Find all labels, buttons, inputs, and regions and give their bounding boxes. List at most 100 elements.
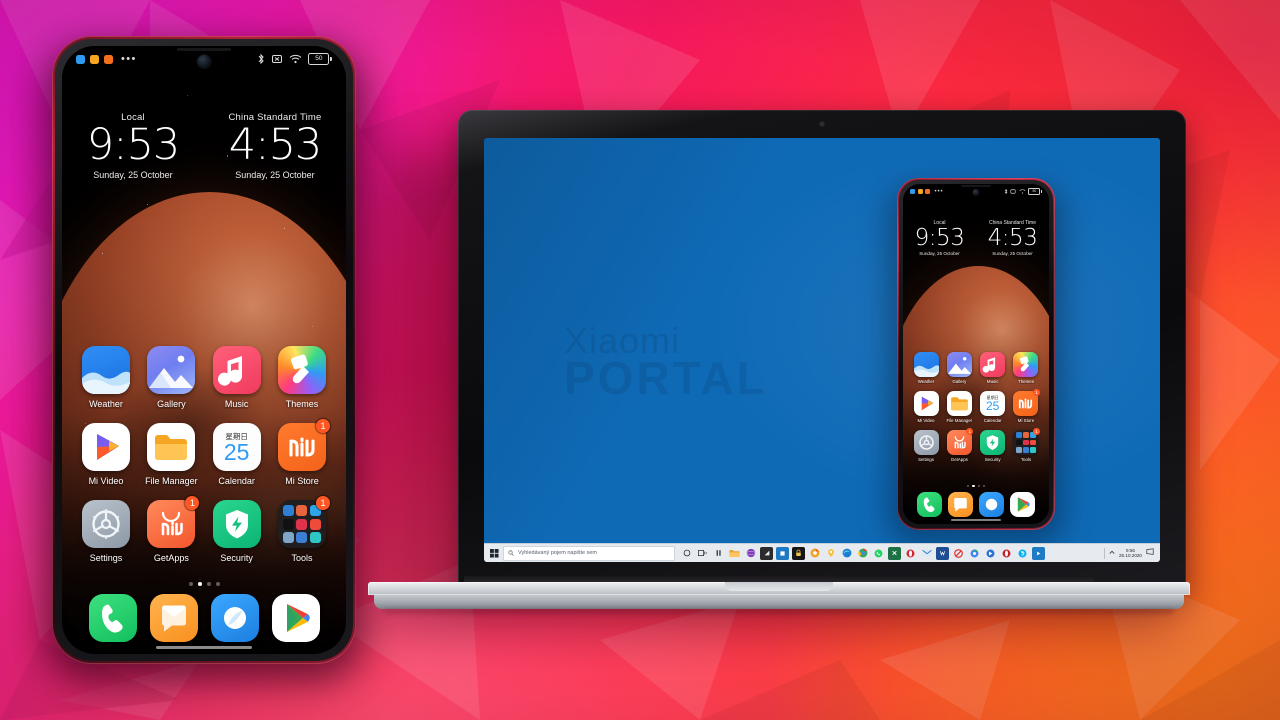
app-label: Mi Video: [917, 418, 935, 423]
chrome-canary-icon[interactable]: [808, 547, 821, 560]
app-calendar[interactable]: 星期日 25 Calendar: [977, 391, 1009, 423]
foreground-phone[interactable]: ••• 50 Local 9:53 Sunday, 25 October Chi…: [38, 36, 370, 682]
app-security[interactable]: Security: [977, 430, 1009, 462]
app-label: GetApps: [153, 553, 189, 563]
page-dot[interactable]: [977, 485, 980, 488]
app-gallery[interactable]: Gallery: [943, 352, 975, 384]
store-icon[interactable]: [984, 547, 997, 560]
mirror-clock-local: Local 9:53 Sunday, 25 October: [903, 220, 976, 256]
tray-divider: [1104, 547, 1105, 559]
skype-icon[interactable]: [1016, 547, 1029, 560]
media-player-icon[interactable]: [1032, 546, 1045, 560]
widgets-icon[interactable]: [712, 547, 725, 560]
edge-icon[interactable]: [840, 547, 853, 560]
phone-icon[interactable]: [88, 594, 137, 642]
app-label: Tools: [1020, 457, 1032, 462]
dual-clock-widget[interactable]: Local 9:53 Sunday, 25 October China Stan…: [62, 112, 346, 180]
lock-app-icon[interactable]: [792, 546, 805, 560]
app-weather[interactable]: Weather: [910, 352, 942, 384]
opera-icon[interactable]: [904, 547, 917, 560]
status-badge: 1: [315, 419, 330, 433]
whatsapp-icon[interactable]: [872, 547, 885, 560]
app-label: Weather: [917, 379, 935, 384]
app-label: Gallery: [952, 379, 967, 384]
app-mi-store[interactable]: 1 Mi Store: [272, 419, 332, 486]
app-getapps[interactable]: 1 GetApps: [943, 428, 975, 462]
app-security[interactable]: Security: [207, 500, 267, 563]
maps-pin-icon[interactable]: [824, 547, 837, 560]
app-mi-store[interactable]: 1 Mi Store: [1010, 389, 1042, 423]
opera-gx-icon[interactable]: [1000, 547, 1013, 560]
app-label: Calendar: [983, 418, 1002, 423]
no-entry-icon[interactable]: [952, 547, 965, 560]
system-tray: 9:56 25.10.2020: [1104, 547, 1157, 559]
page-dot[interactable]: [188, 582, 193, 586]
phone-icon[interactable]: [917, 492, 942, 517]
sphere-icon[interactable]: [744, 547, 757, 560]
page-dot[interactable]: [215, 582, 220, 586]
app-settings[interactable]: Settings: [76, 500, 136, 563]
taskbar-clock[interactable]: 9:56 25.10.2020: [1119, 548, 1142, 558]
app-gallery[interactable]: Gallery: [141, 346, 201, 409]
webcam-icon: [820, 122, 824, 126]
app-music[interactable]: Music: [977, 352, 1009, 384]
taskbar-search-input[interactable]: Vyhledávaný pojem napište sem: [503, 545, 675, 561]
mirror-clock-china: China Standard Time 4:53 Sunday, 25 Octo…: [976, 220, 1049, 256]
laptop-display[interactable]: Xiaomi PORTAL: [484, 138, 1160, 562]
windows-start-icon[interactable]: [487, 548, 502, 558]
page-dot[interactable]: [982, 485, 985, 488]
app-themes[interactable]: Themes: [272, 346, 332, 409]
scene: ••• 50 Local 9:53 Sunday, 25 October Chi…: [0, 0, 1280, 720]
task-view-icon[interactable]: [696, 547, 709, 560]
action-center-icon[interactable]: [1146, 548, 1154, 558]
app-settings[interactable]: Settings: [910, 430, 942, 462]
app-music[interactable]: Music: [207, 346, 267, 409]
desktop-screen[interactable]: Xiaomi PORTAL: [484, 138, 1160, 562]
app-themes[interactable]: Themes: [1010, 352, 1042, 384]
app-row: Settings 1 GetApps Security 1 Tools: [76, 496, 332, 563]
app-file-manager[interactable]: File Manager: [141, 423, 201, 486]
file-explorer-icon[interactable]: [728, 547, 741, 560]
mirror-dock: [903, 492, 1049, 517]
app-mi-video[interactable]: Mi Video: [910, 391, 942, 423]
chevron-up-icon[interactable]: [1109, 550, 1115, 557]
app-weather[interactable]: Weather: [76, 346, 136, 409]
app-grid: Weather Gallery Music Themes Mi Video Fi…: [62, 346, 346, 577]
page-dot[interactable]: [967, 485, 970, 488]
mirror-screen[interactable]: ••• 50 Local 9:53 Sunday, 25 October Chi…: [903, 184, 1049, 524]
dark-app-icon[interactable]: [760, 546, 773, 560]
mirror-gesture-bar[interactable]: [951, 519, 1001, 521]
messages-icon[interactable]: [149, 594, 198, 642]
clock-zone-label: Local: [121, 112, 145, 123]
browser-icon[interactable]: [979, 492, 1004, 517]
page-dot-active[interactable]: [197, 582, 202, 586]
play-store-icon[interactable]: [271, 594, 320, 642]
chrome-beta-icon[interactable]: [968, 547, 981, 560]
teams-icon[interactable]: [776, 546, 789, 560]
bluetooth-icon: [259, 53, 265, 65]
gesture-bar[interactable]: [156, 645, 252, 649]
app-tools-folder[interactable]: 1 Tools: [1010, 428, 1042, 462]
excel-icon[interactable]: [888, 546, 901, 560]
app-mi-video[interactable]: Mi Video: [76, 423, 136, 486]
cortana-icon[interactable]: [680, 547, 693, 560]
clock-date: Sunday, 25 October: [919, 251, 960, 257]
phone-screen[interactable]: ••• 50 Local 9:53 Sunday, 25 October Chi…: [62, 46, 346, 654]
wifi-icon: [1019, 189, 1026, 194]
mirror-front-camera: [972, 189, 980, 196]
app-file-manager[interactable]: File Manager: [943, 391, 975, 423]
mail-icon[interactable]: [920, 547, 933, 560]
app-label: Calendar: [218, 476, 255, 486]
browser-icon[interactable]: [210, 594, 259, 642]
mirrored-phone-window[interactable]: ••• 50 Local 9:53 Sunday, 25 October Chi…: [887, 178, 1065, 546]
messages-icon[interactable]: [948, 492, 973, 517]
app-getapps[interactable]: 1 GetApps: [141, 496, 201, 563]
page-dot[interactable]: [206, 582, 211, 586]
app-tools-folder[interactable]: 1 Tools: [272, 496, 332, 563]
page-dot-active[interactable]: [972, 485, 975, 488]
play-store-icon[interactable]: [1010, 492, 1035, 517]
app-calendar[interactable]: 星期日 25 Calendar: [207, 423, 267, 486]
word-icon[interactable]: [936, 546, 949, 560]
chrome-icon[interactable]: [856, 547, 869, 560]
phone-dock: [62, 594, 346, 642]
